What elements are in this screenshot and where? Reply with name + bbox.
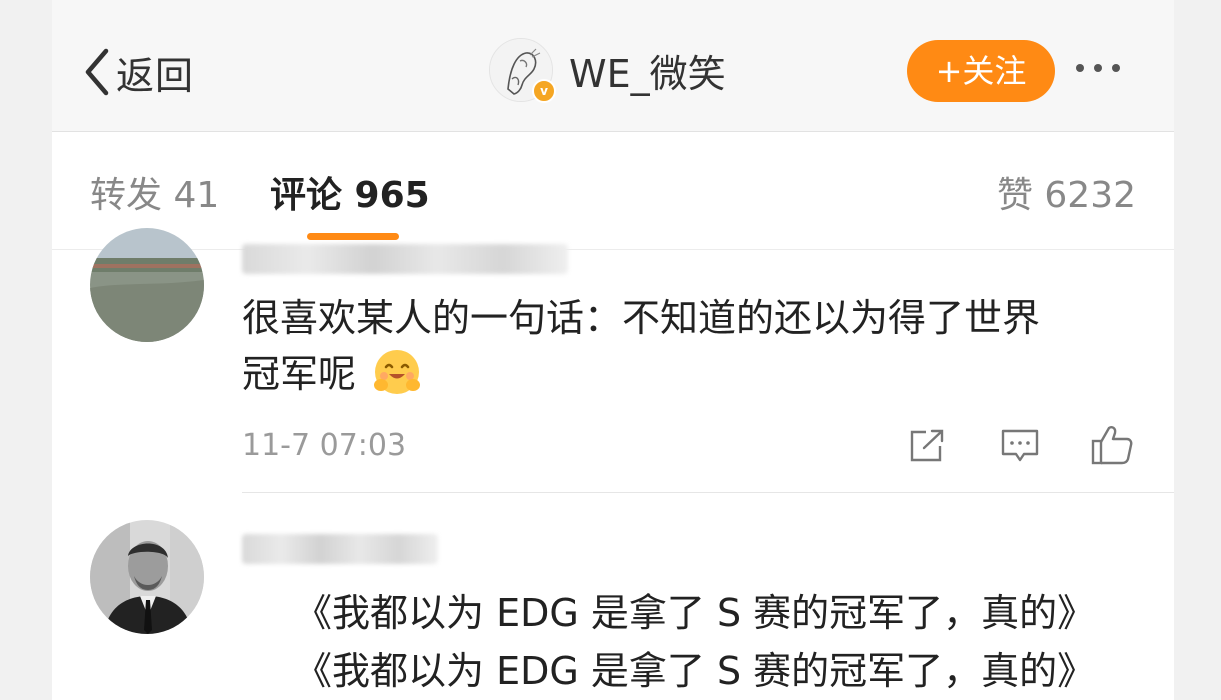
follow-button[interactable]: +关注 [907,40,1055,102]
tab-likes[interactable]: 赞 6232 [997,166,1136,218]
comment-text: 很喜欢某人的一句话：不知道的还以为得了世界 冠军呢 [242,290,1142,402]
author-avatar[interactable]: v [489,38,556,103]
back-label: 返回 [116,53,195,98]
comment-divider [242,492,1174,493]
comment-text-line: 冠军呢 [242,346,1142,402]
comment-text-line: 《我都以为 EDG 是拿了 S 赛的冠军了，真的》 [294,591,1096,635]
active-tab-indicator [307,233,399,240]
commenter-avatar[interactable] [90,520,204,634]
post-tabs: 转发 41 评论 965 赞 6232 [52,132,1174,250]
share-icon[interactable] [908,428,946,464]
commenter-name-redacted [242,244,568,274]
comment-text: 《我都以为 EDG 是拿了 S 赛的冠军了，真的》 《我都以为 EDG 是拿了 … [294,584,1174,700]
tab-reposts[interactable]: 转发 41 [90,166,219,218]
comment-timestamp: 11-7 07:03 [242,428,407,463]
post-author[interactable]: v WE_微笑 [489,38,726,103]
tab-comments[interactable]: 评论 965 [270,166,430,218]
hug-emoji-icon [374,350,421,394]
verified-badge-icon: v [532,79,556,103]
back-button[interactable]: 返回 [82,44,194,100]
more-dots-icon[interactable] [1076,64,1120,72]
commenter-avatar[interactable] [90,228,204,342]
top-nav-bar: 返回 v WE_微笑 +关注 [52,0,1174,132]
comment-icon[interactable] [1000,428,1040,464]
author-name[interactable]: WE_微笑 [569,43,726,98]
thumbs-up-icon[interactable] [1090,424,1134,466]
app-frame: 返回 v WE_微笑 +关注 转发 41 评论 965 赞 6232 很喜欢某人… [52,0,1174,700]
chevron-left-icon [85,48,109,96]
comment-text-line: 很喜欢某人的一句话：不知道的还以为得了世界 [242,296,1041,340]
commenter-name-redacted [242,534,438,564]
comment-text-line: 《我都以为 EDG 是拿了 S 赛的冠军了，真的》 [294,649,1096,693]
